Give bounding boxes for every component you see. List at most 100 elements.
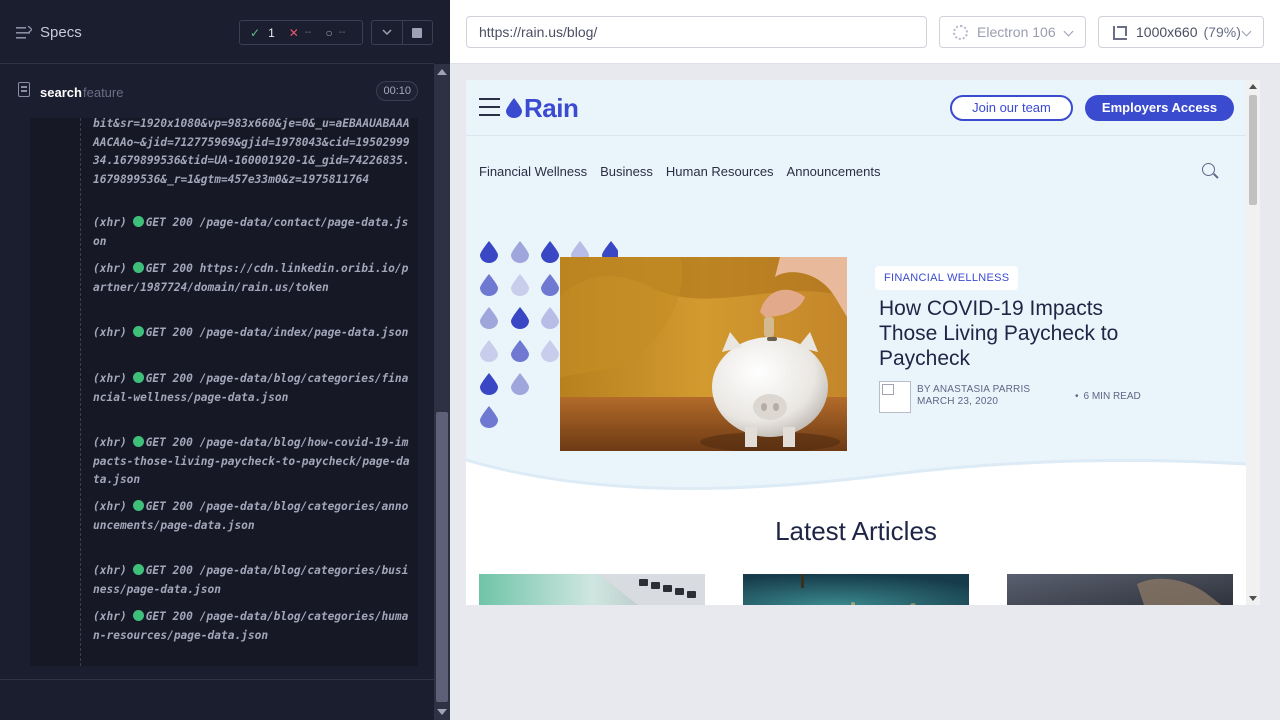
spec-duration: 00:10 <box>376 81 418 101</box>
article-thumbnail[interactable] <box>1007 574 1233 605</box>
category-link[interactable]: Announcements <box>787 164 881 179</box>
log-entry[interactable]: (xhr) GET 200 /page-data/index/page-data.… <box>93 324 415 343</box>
passed-count: 1 <box>268 25 275 40</box>
check-icon: ✓ <box>250 25 261 40</box>
stop-button[interactable] <box>401 21 432 44</box>
scrollbar-thumb[interactable] <box>436 412 448 702</box>
menu-icon[interactable] <box>479 98 500 116</box>
status-dot-icon <box>132 610 144 621</box>
x-icon: ✕ <box>288 25 299 40</box>
browser-name: Electron 106 <box>977 24 1056 40</box>
runner-scrollbar[interactable] <box>434 64 450 720</box>
chevron-down-icon <box>382 29 392 36</box>
test-runner-panel: Specs ✓ 1 ✕ -- ○ -- search feature 00:10… <box>0 0 450 720</box>
log-kind: (xhr) <box>93 262 127 275</box>
specs-label[interactable]: Specs <box>40 24 82 41</box>
article-thumbnail[interactable] <box>743 574 969 605</box>
raindrop-logo-icon[interactable] <box>506 98 522 118</box>
spec-name: search <box>40 85 82 100</box>
pending-stat: ○ -- <box>325 26 345 40</box>
log-kind: (xhr) <box>93 610 127 623</box>
status-dot-icon <box>132 436 144 447</box>
log-entry[interactable]: (xhr) GET 200 /page-data/blog/how-covid-1… <box>93 434 415 490</box>
chevron-down-icon <box>1063 26 1074 37</box>
category-tag[interactable]: FINANCIAL WELLNESS <box>875 266 1019 290</box>
run-controls <box>371 20 433 45</box>
post-date: MARCH 23, 2020 <box>917 396 999 407</box>
log-entry[interactable]: (xhr) GET 200 /page-data/blog/categories/… <box>93 562 415 599</box>
scroll-up-icon[interactable] <box>1249 84 1257 89</box>
join-our-team-button[interactable]: Join our team <box>950 95 1073 121</box>
spec-file-row[interactable]: search feature 00:10 <box>16 76 418 106</box>
log-entry[interactable]: (xhr) GET 200 https://cdn.linkedin.oribi.… <box>93 260 415 297</box>
electron-icon <box>953 25 968 40</box>
site-scrollbar[interactable] <box>1246 80 1260 605</box>
read-time: 6 MIN READ <box>1075 391 1141 402</box>
expand-button[interactable] <box>372 21 402 44</box>
viewport-selector[interactable]: 1000x660 (79%) <box>1098 16 1264 48</box>
specs-list-icon[interactable] <box>16 26 32 40</box>
zoom-level: (79%) <box>1203 24 1241 40</box>
scroll-up-icon[interactable] <box>437 69 447 75</box>
author-name: BY ANASTASIA PARRIS <box>917 384 1031 395</box>
log-entry[interactable]: bit&sr=1920x1080&vp=983x660&je=0&_u=aEBA… <box>93 118 415 189</box>
log-method: GET 200 <box>145 372 193 385</box>
log-method: GET 200 <box>145 262 193 275</box>
app-under-test-frame: Rain Join our team Employers Access Fina… <box>466 80 1260 605</box>
log-method: GET 200 <box>145 216 193 229</box>
failed-count: -- <box>304 27 312 38</box>
log-method: GET 200 <box>145 326 193 339</box>
spinner-icon: ○ <box>325 25 333 40</box>
scroll-down-icon[interactable] <box>1249 596 1257 601</box>
scroll-down-icon[interactable] <box>437 709 447 715</box>
url-bar[interactable]: https://rain.us/blog/ <box>466 16 927 48</box>
log-method: GET 200 <box>145 436 193 449</box>
author-avatar <box>879 381 911 413</box>
piggy-bank-image[interactable] <box>560 257 847 451</box>
site-logo[interactable]: Rain <box>524 93 579 124</box>
log-url: bit&sr=1920x1080&vp=983x660&je=0&_u=aEBA… <box>93 118 410 186</box>
log-method: GET 200 <box>145 500 193 513</box>
browser-selector[interactable]: Electron 106 <box>939 16 1086 48</box>
category-link[interactable]: Human Resources <box>666 164 774 179</box>
hero-wave <box>466 458 1246 510</box>
runner-header: Specs ✓ 1 ✕ -- ○ -- <box>0 0 434 64</box>
viewport-size: 1000x660 <box>1136 24 1198 40</box>
scrollbar-thumb[interactable] <box>1249 95 1257 205</box>
status-dot-icon <box>132 564 144 575</box>
log-entry[interactable]: (xhr) GET 200 /page-data/blog/categories/… <box>93 608 415 645</box>
log-method: GET 200 <box>145 564 193 577</box>
failed-stat: ✕ -- <box>289 26 312 40</box>
test-stats: ✓ 1 ✕ -- ○ -- <box>239 20 363 45</box>
chevron-down-icon <box>1241 26 1252 37</box>
latest-articles-heading: Latest Articles <box>775 516 937 546</box>
log-kind: (xhr) <box>93 500 127 513</box>
log-kind: (xhr) <box>93 216 127 229</box>
featured-post-title[interactable]: How COVID-19 Impacts Those Living Payche… <box>879 296 1159 371</box>
runner-footer-divider <box>0 679 434 680</box>
article-thumbnail[interactable] <box>479 574 705 605</box>
log-entry[interactable]: (xhr) GET 200 /page-data/blog/categories/… <box>93 370 415 407</box>
category-nav: Financial Wellness Business Human Resour… <box>479 164 894 179</box>
document-icon <box>18 82 30 97</box>
spec-extension: feature <box>83 85 124 100</box>
category-link[interactable]: Financial Wellness <box>479 164 587 179</box>
stop-icon <box>412 27 423 38</box>
command-log: bit&sr=1920x1080&vp=983x660&je=0&_u=aEBA… <box>30 118 418 666</box>
status-dot-icon <box>132 500 144 511</box>
log-kind: (xhr) <box>93 372 127 385</box>
category-link[interactable]: Business <box>600 164 653 179</box>
status-dot-icon <box>132 262 144 273</box>
log-method: GET 200 <box>145 610 193 623</box>
employers-access-button[interactable]: Employers Access <box>1085 95 1234 121</box>
aut-header: https://rain.us/blog/ Electron 106 1000x… <box>450 0 1280 64</box>
log-entry[interactable]: (xhr) GET 200 /page-data/blog/categories/… <box>93 498 415 535</box>
status-dot-icon <box>132 372 144 383</box>
site-header: Rain Join our team Employers Access <box>466 80 1246 136</box>
log-entry[interactable]: (xhr) GET 200 /page-data/contact/page-dat… <box>93 214 415 251</box>
search-icon[interactable] <box>1202 163 1215 176</box>
log-kind: (xhr) <box>93 436 127 449</box>
status-dot-icon <box>132 216 144 227</box>
ruler-icon <box>1113 26 1127 40</box>
log-kind: (xhr) <box>93 326 127 339</box>
